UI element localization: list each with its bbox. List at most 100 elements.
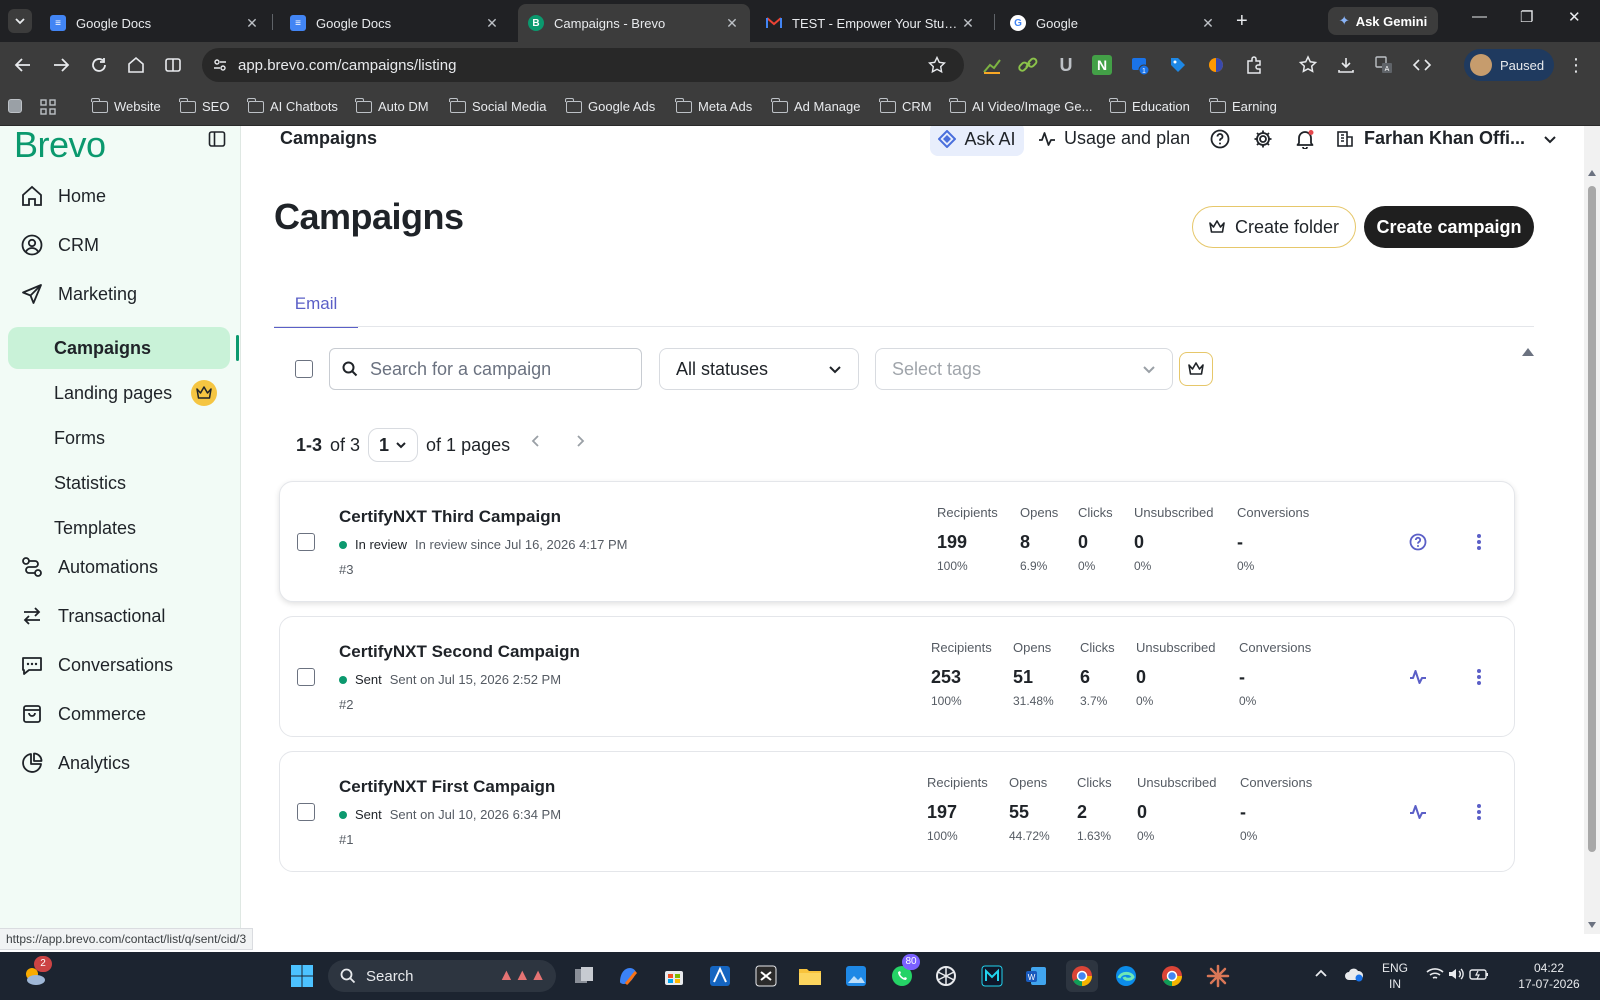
file-explorer-app[interactable] bbox=[794, 960, 826, 992]
bookmark-folder-website[interactable]: Website bbox=[91, 97, 161, 114]
ask-gemini-button[interactable]: ✦ Ask Gemini bbox=[1328, 7, 1438, 35]
bookmark-folder-education[interactable]: Education bbox=[1109, 97, 1190, 114]
copilot-app[interactable] bbox=[612, 960, 644, 992]
network-volume-battery[interactable] bbox=[1426, 966, 1489, 986]
downloads-button[interactable] bbox=[1334, 53, 1358, 77]
edge-app[interactable] bbox=[1110, 960, 1142, 992]
chrome-app-active[interactable] bbox=[1066, 960, 1098, 992]
ask-ai-button[interactable]: Ask AI bbox=[930, 126, 1024, 156]
address-bar[interactable]: app.brevo.com/campaigns/listing bbox=[202, 48, 964, 82]
browser-tab-google[interactable]: G Google ✕ bbox=[1000, 4, 1226, 42]
bookmark-folder-crm[interactable]: CRM bbox=[879, 97, 932, 114]
onedrive-tray[interactable] bbox=[1344, 966, 1364, 986]
whatsapp-app[interactable]: 80 bbox=[886, 954, 920, 992]
browser-tab-docs-2[interactable]: ≡ Google Docs ✕ bbox=[280, 4, 510, 42]
sidebar-item-analytics[interactable]: Analytics bbox=[20, 751, 130, 775]
chrome-profile-app[interactable] bbox=[1156, 960, 1188, 992]
site-info-icon[interactable] bbox=[212, 57, 228, 73]
bookmark-apps[interactable] bbox=[8, 99, 22, 113]
browser-tab-docs-1[interactable]: ≡ Google Docs ✕ bbox=[40, 4, 270, 42]
scroll-up-arrow[interactable] bbox=[1588, 170, 1596, 176]
page-scrollbar[interactable] bbox=[1584, 126, 1600, 934]
campaign-name[interactable]: CertifyNXT Second Campaign bbox=[339, 642, 580, 662]
bookmark-folder-ad-manage[interactable]: Ad Manage bbox=[771, 97, 861, 114]
row-menu-button[interactable] bbox=[1468, 666, 1490, 688]
settings-button[interactable] bbox=[1251, 127, 1275, 151]
forward-button[interactable] bbox=[48, 52, 74, 78]
review-info-button[interactable] bbox=[1407, 531, 1429, 553]
chatgpt-app[interactable] bbox=[930, 960, 962, 992]
premium-filter-button[interactable] bbox=[1179, 352, 1213, 386]
bookmark-folder-ai-video[interactable]: AI Video/Image Ge... bbox=[949, 97, 1092, 114]
new-tab-button[interactable]: + bbox=[1236, 9, 1248, 33]
store-app[interactable] bbox=[658, 960, 690, 992]
browser-tab-brevo[interactable]: B Campaigns - Brevo ✕ bbox=[518, 4, 750, 42]
sidebar-item-automations[interactable]: Automations bbox=[20, 555, 158, 579]
bookmark-folder-auto-dm[interactable]: Auto DM bbox=[355, 97, 429, 114]
language-indicator[interactable]: ENG IN bbox=[1382, 960, 1408, 992]
bookmark-folder-social-media[interactable]: Social Media bbox=[449, 97, 546, 114]
sidebar-item-transactional[interactable]: Transactional bbox=[20, 604, 165, 628]
extension-badge[interactable]: 1 bbox=[1128, 53, 1152, 77]
page-select[interactable]: 1 bbox=[368, 428, 419, 462]
azure-app[interactable] bbox=[704, 960, 736, 992]
task-view-button[interactable] bbox=[568, 960, 600, 992]
campaign-search[interactable] bbox=[329, 348, 642, 390]
devtools-button[interactable] bbox=[1410, 53, 1434, 77]
home-button[interactable] bbox=[123, 52, 149, 78]
collapse-sidebar-button[interactable] bbox=[208, 130, 226, 153]
next-page-button[interactable] bbox=[574, 432, 586, 453]
capcut-app[interactable] bbox=[750, 960, 782, 992]
row-menu-button[interactable] bbox=[1468, 801, 1490, 823]
close-icon[interactable]: ✕ bbox=[960, 15, 976, 32]
extension-analytics[interactable] bbox=[980, 53, 1004, 77]
weather-widget[interactable]: 2 bbox=[18, 956, 52, 992]
usage-and-plan-link[interactable]: Usage and plan bbox=[1038, 128, 1190, 149]
sidebar-item-commerce[interactable]: Commerce bbox=[20, 702, 146, 726]
brevo-logo[interactable]: Brevo bbox=[14, 126, 106, 166]
bookmarks-button[interactable] bbox=[1296, 53, 1320, 77]
close-icon[interactable]: ✕ bbox=[244, 15, 260, 32]
campaign-row[interactable]: CertifyNXT Second Campaign Sent Sent on … bbox=[279, 616, 1515, 737]
campaign-name[interactable]: CertifyNXT First Campaign bbox=[339, 777, 555, 797]
extension-link[interactable] bbox=[1016, 53, 1040, 77]
bookmark-grid[interactable] bbox=[40, 99, 56, 115]
create-campaign-button[interactable]: Create campaign bbox=[1364, 206, 1534, 248]
close-icon[interactable]: ✕ bbox=[1200, 15, 1216, 32]
close-icon[interactable]: ✕ bbox=[724, 15, 740, 32]
campaign-row[interactable]: CertifyNXT Third Campaign In review In r… bbox=[279, 481, 1515, 602]
taskbar-search[interactable]: Search ▲▲▲ bbox=[328, 960, 556, 992]
bookmark-folder-earning[interactable]: Earning bbox=[1209, 97, 1277, 114]
show-hidden-icons-button[interactable] bbox=[1314, 966, 1328, 984]
scroll-down-arrow[interactable] bbox=[1588, 922, 1596, 928]
claude-app[interactable] bbox=[1202, 960, 1234, 992]
extension-orange[interactable] bbox=[1204, 53, 1228, 77]
translate-button[interactable]: A bbox=[1372, 53, 1396, 77]
sidebar-item-forms[interactable]: Forms bbox=[54, 428, 105, 449]
clock[interactable]: 04:22 17-07-2026 bbox=[1514, 960, 1584, 992]
back-button[interactable] bbox=[10, 52, 36, 78]
campaign-report-button[interactable] bbox=[1407, 666, 1429, 688]
bookmark-folder-seo[interactable]: SEO bbox=[179, 97, 229, 114]
photos-app[interactable] bbox=[840, 960, 872, 992]
split-view-button[interactable] bbox=[160, 52, 186, 78]
row-checkbox[interactable] bbox=[297, 668, 315, 686]
account-menu[interactable]: Farhan Khan Offi... bbox=[1336, 128, 1557, 149]
bookmark-folder-ai-chatbots[interactable]: AI Chatbots bbox=[247, 97, 338, 114]
extension-u[interactable]: U bbox=[1054, 53, 1078, 77]
notifications-button[interactable] bbox=[1293, 127, 1317, 151]
status-filter-select[interactable]: All statuses bbox=[659, 348, 859, 390]
restore-button[interactable]: ❐ bbox=[1520, 8, 1533, 26]
tags-filter-select[interactable]: Select tags bbox=[875, 348, 1173, 390]
tab-search-button[interactable] bbox=[8, 9, 32, 33]
sidebar-item-crm[interactable]: CRM bbox=[20, 233, 99, 257]
browser-menu-button[interactable]: ⋮ bbox=[1564, 53, 1588, 77]
scrollbar-thumb[interactable] bbox=[1588, 186, 1596, 852]
bookmark-star-icon[interactable] bbox=[928, 56, 946, 74]
campaign-row[interactable]: CertifyNXT First Campaign Sent Sent on J… bbox=[279, 751, 1515, 872]
select-all-checkbox[interactable] bbox=[295, 360, 313, 378]
dev-app[interactable] bbox=[976, 960, 1008, 992]
sidebar-item-home[interactable]: Home bbox=[20, 184, 106, 208]
campaign-name[interactable]: CertifyNXT Third Campaign bbox=[339, 507, 561, 527]
sidebar-item-marketing[interactable]: Marketing bbox=[20, 282, 137, 306]
